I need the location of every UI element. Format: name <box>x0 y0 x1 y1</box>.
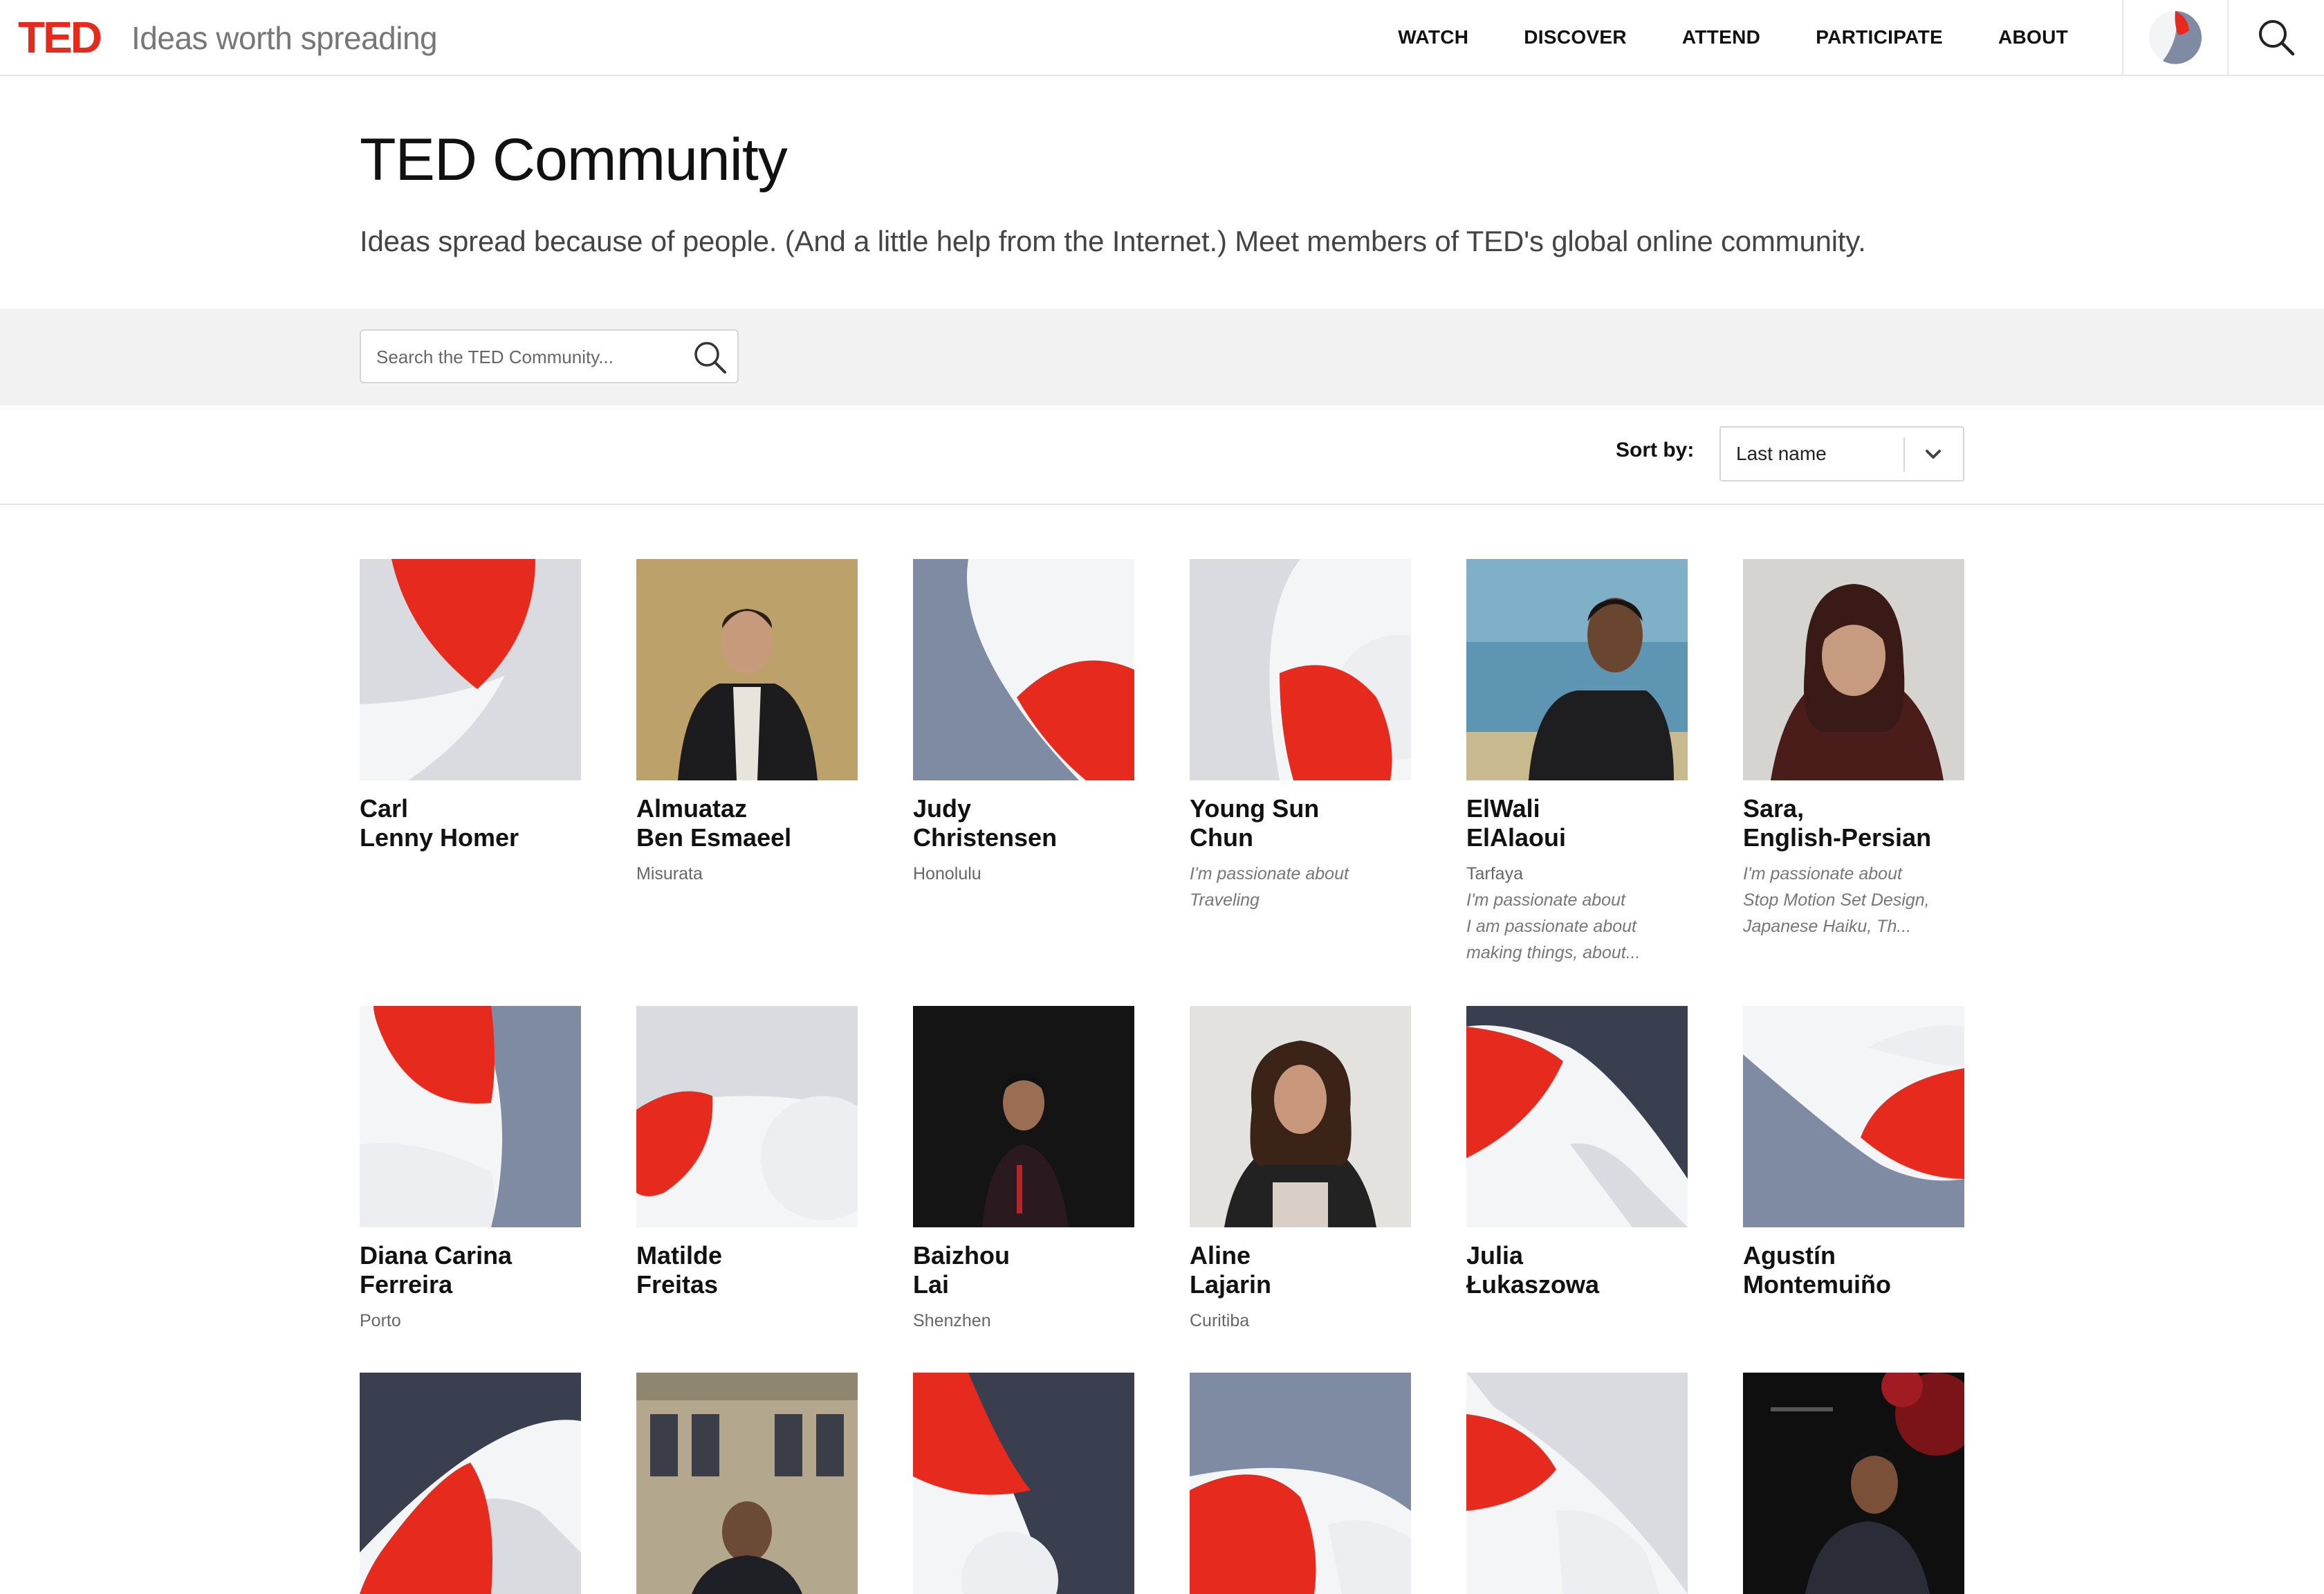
member-passion: I'm passionate about <box>1190 864 1349 883</box>
default-avatar-pattern[interactable] <box>913 559 1134 780</box>
member-name[interactable]: Aline Lajarin <box>1190 1241 1411 1299</box>
member-photo[interactable] <box>913 1006 1134 1227</box>
member-name[interactable]: Baizhou Lai <box>913 1241 1134 1299</box>
member-name[interactable]: Carl Lenny Homer <box>360 794 581 852</box>
page-title: TED Community <box>360 127 788 193</box>
member-card[interactable] <box>913 1373 1134 1594</box>
site-header: TED Ideas worth spreading WATCH DISCOVER… <box>0 0 2324 76</box>
member-card[interactable]: Baizhou Lai Shenzhen <box>913 1006 1134 1334</box>
member-card[interactable] <box>1743 1373 1964 1594</box>
default-avatar-pattern[interactable] <box>913 1373 1134 1594</box>
default-avatar-pattern[interactable] <box>360 559 581 780</box>
nav-discover[interactable]: DISCOVER <box>1524 26 1627 48</box>
nav-watch[interactable]: WATCH <box>1398 26 1468 48</box>
main-nav: WATCH DISCOVER ATTEND PARTICIPATE ABOUT <box>1398 0 2096 75</box>
member-card[interactable]: Matilde Freitas <box>636 1006 858 1299</box>
member-card[interactable]: Sara, English-Persian I'm passionate abou… <box>1743 559 1964 940</box>
member-name[interactable]: Almuataz Ben Esmaeel <box>636 794 858 852</box>
member-card[interactable]: Diana Carina Ferreira Porto <box>360 1006 581 1334</box>
member-name[interactable]: Diana Carina Ferreira <box>360 1241 581 1299</box>
user-menu-button[interactable] <box>2122 0 2227 75</box>
member-location: Shenzhen <box>913 1311 991 1330</box>
member-card[interactable]: Aline Lajarin Curitiba <box>1190 1006 1411 1334</box>
member-photo[interactable] <box>1743 1373 1964 1594</box>
member-card[interactable]: Agustín Montemuiño <box>1743 1006 1964 1299</box>
member-location: Honolulu <box>913 864 981 883</box>
member-card[interactable] <box>636 1373 858 1594</box>
default-avatar-pattern[interactable] <box>636 1006 858 1227</box>
tagline: Ideas worth spreading <box>131 20 438 56</box>
member-name[interactable]: Julia Łukaszowa <box>1466 1241 1688 1299</box>
member-passion: Stop Motion Set Design, <box>1743 890 1930 910</box>
default-avatar-pattern[interactable] <box>1466 1373 1688 1594</box>
search-band <box>0 309 2324 405</box>
member-passion: Traveling <box>1190 890 1260 910</box>
member-card[interactable]: Julia Łukaszowa <box>1466 1006 1688 1299</box>
member-photo[interactable] <box>636 559 858 780</box>
header-search-button[interactable] <box>2227 0 2324 75</box>
page-subtitle: Ideas spread because of people. (And a l… <box>360 225 1866 257</box>
sort-selected-value: Last name <box>1736 443 1827 464</box>
ted-logo[interactable]: TED <box>18 10 102 65</box>
member-photo[interactable] <box>636 1373 858 1594</box>
member-card[interactable]: ElWali ElAlaoui Tarfaya I'm passionate ab… <box>1466 559 1688 966</box>
member-card[interactable]: Judy Christensen Honolulu <box>913 559 1134 887</box>
sort-label: Sort by: <box>1616 439 1695 461</box>
member-passion: I am passionate about <box>1466 917 1636 936</box>
default-avatar-pattern[interactable] <box>1190 559 1411 780</box>
member-name[interactable]: Sara, English-Persian <box>1743 794 1964 852</box>
community-search-input[interactable] <box>375 340 682 374</box>
member-passion: making things, about... <box>1466 943 1641 962</box>
member-location: Curitiba <box>1190 1311 1250 1330</box>
member-location: Misurata <box>636 864 703 883</box>
nav-about[interactable]: ABOUT <box>1998 26 2068 48</box>
member-photo[interactable] <box>1743 559 1964 780</box>
member-card[interactable] <box>360 1373 581 1594</box>
member-location: Tarfaya <box>1466 864 1523 883</box>
member-card[interactable]: Almuataz Ben Esmaeel Misurata <box>636 559 858 887</box>
member-location: Porto <box>360 1311 401 1330</box>
search-icon <box>694 342 726 374</box>
chevron-down-icon <box>1926 450 1941 459</box>
member-passion: I'm passionate about <box>1466 890 1625 910</box>
community-search <box>360 329 739 383</box>
member-passion: Japanese Haiku, Th... <box>1743 917 1912 936</box>
nav-attend[interactable]: ATTEND <box>1682 26 1760 48</box>
default-avatar-pattern[interactable] <box>1466 1006 1688 1227</box>
sort-row: Sort by: Last name <box>0 405 2324 505</box>
user-avatar-icon <box>2149 11 2202 64</box>
community-search-submit[interactable] <box>690 338 729 376</box>
member-card[interactable]: Young Sun Chun I'm passionate about Trave… <box>1190 559 1411 913</box>
nav-participate[interactable]: PARTICIPATE <box>1816 26 1943 48</box>
sort-select[interactable]: Last name <box>1719 426 1964 482</box>
member-name[interactable]: Young Sun Chun <box>1190 794 1411 852</box>
member-name[interactable]: Judy Christensen <box>913 794 1134 852</box>
member-card[interactable] <box>1466 1373 1688 1594</box>
sort-divider <box>1903 437 1905 472</box>
member-photo[interactable] <box>1466 559 1688 780</box>
default-avatar-pattern[interactable] <box>1743 1006 1964 1227</box>
member-card[interactable] <box>1190 1373 1411 1594</box>
default-avatar-pattern[interactable] <box>360 1006 581 1227</box>
member-card[interactable]: Carl Lenny Homer <box>360 559 581 852</box>
member-photo[interactable] <box>1190 1006 1411 1227</box>
member-passion: I'm passionate about <box>1743 864 1902 883</box>
default-avatar-pattern[interactable] <box>360 1373 581 1594</box>
member-name[interactable]: ElWali ElAlaoui <box>1466 794 1688 852</box>
default-avatar-pattern[interactable] <box>1190 1373 1411 1594</box>
member-name[interactable]: Matilde Freitas <box>636 1241 858 1299</box>
member-name[interactable]: Agustín Montemuiño <box>1743 1241 1964 1299</box>
search-icon <box>2259 20 2295 56</box>
